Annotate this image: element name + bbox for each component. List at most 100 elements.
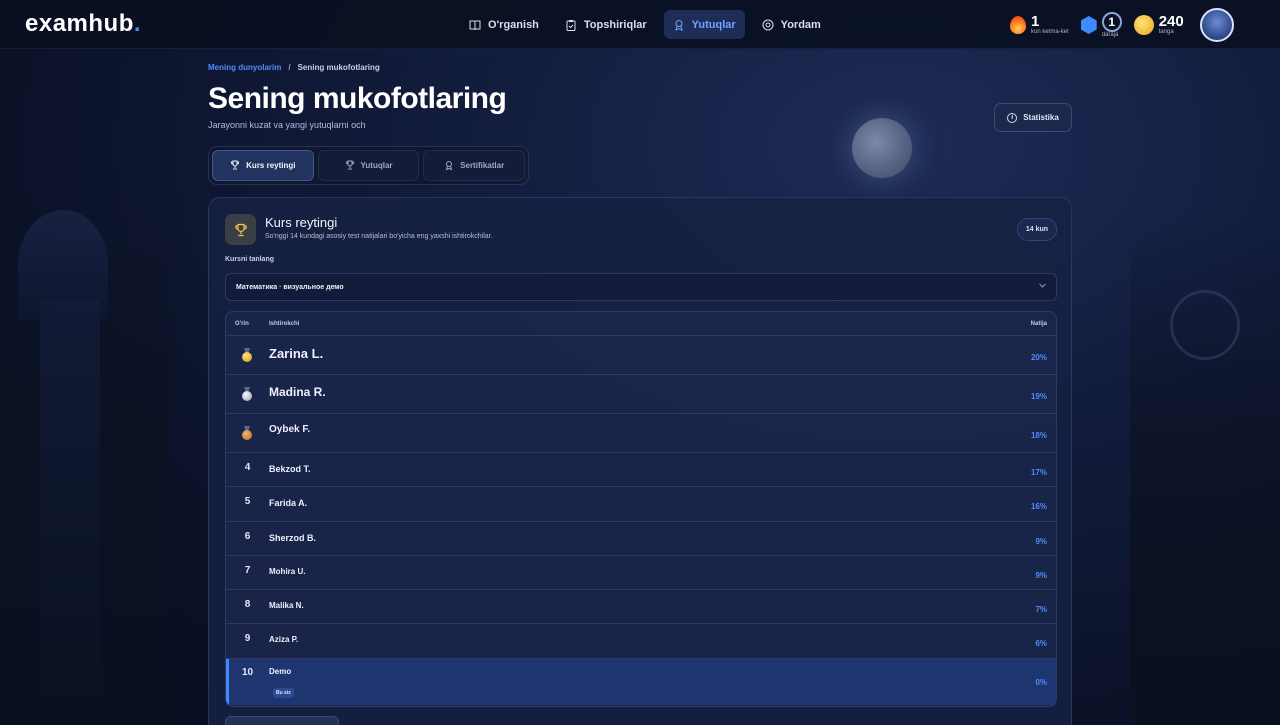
page-title: Sening mukofotlaring [208, 82, 507, 115]
tab-label: Sertifikatlar [460, 161, 505, 170]
level-label: daraja [1101, 32, 1119, 38]
course-rating-card: Kurs reytingi So'nggi 14 kundagi asosiy … [208, 197, 1072, 725]
table-row[interactable]: 4 Bekzod T. 17% [226, 453, 1056, 488]
participant-rank: 5 [244, 496, 251, 508]
nav-label: Yordam [780, 18, 821, 31]
level-value: 1 [1101, 12, 1122, 32]
participant-rank: 4 [244, 462, 251, 473]
table-header: O'rin Ishtirokchi Natija [226, 312, 1056, 336]
help-icon [762, 19, 774, 31]
silver-medal-icon [242, 387, 252, 401]
trophy-icon [345, 160, 355, 172]
top-navigation-bar: examhub. O'rganish Topshiriqlar Yutuqlar… [0, 0, 1280, 49]
breadcrumb-link-parent[interactable]: Mening dunyolarim [208, 63, 281, 72]
page-subtitle: Jarayonni kuzat va yangi yutuqlarni och [208, 120, 366, 130]
participant-result: 0% [1035, 677, 1047, 687]
background-tower [40, 300, 100, 725]
coin-icon [1133, 15, 1154, 35]
info-icon: i [1007, 112, 1018, 123]
certificate-icon [444, 160, 454, 172]
table-row[interactable]: Madina R. 19% [226, 375, 1056, 414]
participant-name: Oybek F. [269, 424, 311, 435]
moon-illustration [852, 118, 912, 178]
participant-name: Madina R. [269, 385, 326, 399]
trophy-icon [225, 214, 256, 245]
gem-icon [1080, 16, 1097, 34]
participant-result: 9% [1035, 536, 1047, 546]
participant-name: Sherzod B. [269, 532, 317, 543]
streak-label: kun ketma-ket [1031, 29, 1069, 35]
nav-item-yordam[interactable]: Yordam [753, 10, 830, 39]
user-avatar[interactable] [1199, 8, 1234, 42]
nav-label: Topshiriqlar [583, 18, 647, 31]
participant-name: Zarina L. [269, 346, 324, 361]
participant-rank: 7 [244, 564, 251, 576]
gold-medal-icon [242, 348, 252, 362]
table-row[interactable]: 9 Aziza P. 6% [226, 624, 1056, 659]
tab-label: Kurs reytingi [246, 161, 296, 170]
statistics-button[interactable]: i Statistika [994, 103, 1072, 132]
statistics-button-label: Statistika [1023, 113, 1059, 122]
table-row[interactable]: 7 Mohira U. 9% [226, 556, 1056, 591]
more-button[interactable] [225, 716, 339, 725]
header-result: Natija [1030, 321, 1047, 327]
level-stat[interactable]: 1 daraja [1080, 12, 1122, 38]
nav-item-organish[interactable]: O'rganish [460, 10, 548, 39]
participant-name: Mohira U. [269, 566, 306, 576]
participant-name: Demo [269, 666, 292, 676]
table-row[interactable]: 5 Farida A. 16% [226, 487, 1056, 522]
brand-logo[interactable]: examhub. [25, 10, 141, 38]
rewards-tabs: Kurs reytingi Yutuqlar Sertifikatlar [208, 146, 529, 185]
award-icon [673, 19, 685, 31]
streak-stat[interactable]: 1 kun ketma-ket [1010, 13, 1069, 35]
table-row[interactable]: 6 Sherzod B. 9% [226, 522, 1056, 556]
course-select-value: Математика · визуальное демо [236, 283, 344, 291]
participant-result: 19% [1030, 392, 1047, 401]
table-row-current-user[interactable]: 10 Demo Bu siz 0% [226, 658, 1056, 705]
user-stats: 1 kun ketma-ket 1 daraja 240 tanga [1010, 8, 1234, 42]
participant-rank: 9 [244, 633, 251, 645]
participant-result: 16% [1030, 502, 1047, 512]
bronze-medal-icon [242, 426, 252, 440]
card-title: Kurs reytingi [265, 215, 338, 230]
course-select[interactable]: Математика · визуальное демо [225, 273, 1057, 301]
breadcrumb-separator: / [288, 63, 291, 72]
participant-result: 6% [1035, 639, 1047, 649]
nav-item-topshiriqlar[interactable]: Topshiriqlar [556, 10, 656, 39]
coins-stat[interactable]: 240 tanga [1133, 13, 1184, 35]
table-row[interactable]: Zarina L. 20% [226, 336, 1056, 375]
breadcrumb-current: Sening mukofotlaring [297, 63, 380, 72]
participant-result: 7% [1035, 605, 1047, 615]
participant-result: 9% [1035, 570, 1047, 580]
participant-name: Aziza P. [269, 635, 299, 645]
tab-kurs-reytingi[interactable]: Kurs reytingi [212, 150, 314, 181]
participant-result: 17% [1030, 468, 1047, 477]
you-badge: Bu siz [273, 687, 294, 698]
header-name: Ishtirokchi [269, 321, 300, 327]
trophy-icon [230, 160, 240, 172]
main-nav: O'rganish Topshiriqlar Yutuqlar Yordam [460, 10, 830, 39]
participant-result: 18% [1030, 431, 1047, 440]
coins-value: 240 [1158, 13, 1184, 30]
participant-name: Bekzod T. [269, 464, 311, 474]
clipboard-icon [565, 19, 577, 31]
tab-label: Yutuqlar [360, 161, 393, 170]
tab-sertifikatlar[interactable]: Sertifikatlar [423, 150, 526, 181]
background-wheel [1170, 290, 1240, 360]
nav-label: Yutuqlar [691, 18, 736, 31]
participant-name: Farida A. [269, 498, 308, 509]
table-row[interactable]: Oybek F. 18% [226, 414, 1056, 453]
participant-rank: 6 [244, 530, 251, 542]
card-subtitle: So'nggi 14 kundagi asosiy test natijalar… [265, 233, 493, 240]
nav-label: O'rganish [488, 18, 539, 31]
participant-name: Malika N. [269, 601, 304, 611]
header-rank: O'rin [235, 321, 249, 327]
table-row[interactable]: 8 Malika N. 7% [226, 590, 1056, 625]
period-badge: 14 kun [1017, 218, 1057, 241]
chevron-down-icon [1039, 283, 1046, 290]
nav-item-yutuqlar[interactable]: Yutuqlar [663, 10, 745, 39]
tab-yutuqlar[interactable]: Yutuqlar [317, 150, 420, 181]
participant-result: 20% [1030, 353, 1047, 362]
streak-value: 1 [1031, 13, 1040, 30]
participant-rank: 8 [244, 599, 251, 611]
